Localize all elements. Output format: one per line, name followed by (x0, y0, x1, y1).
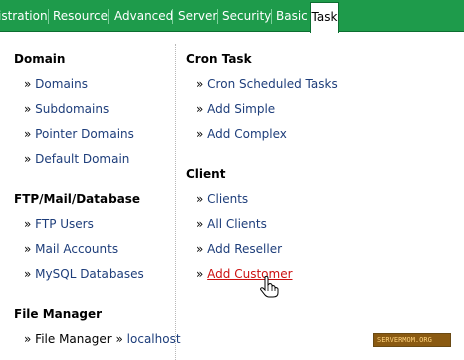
clients-link-row[interactable]: » Clients (196, 192, 248, 206)
add-complex-link-row[interactable]: » Add Complex (196, 127, 287, 141)
file-manager-heading: File Manager (14, 307, 103, 321)
mail-accounts-link[interactable]: Mail Accounts (35, 242, 118, 256)
cron-scheduled-tasks-link-row[interactable]: » Cron Scheduled Tasks (196, 77, 338, 91)
clients-link[interactable]: Clients (207, 192, 248, 206)
default-domain-link-row[interactable]: » Default Domain (24, 152, 129, 166)
pointer-domains-link[interactable]: Pointer Domains (35, 127, 134, 141)
all-clients-link-row[interactable]: » All Clients (196, 217, 267, 231)
add-reseller-link-row[interactable]: » Add Reseller (196, 242, 282, 256)
add-customer-link[interactable]: Add Customer (207, 267, 292, 281)
column-divider (175, 44, 176, 360)
mysql-databases-link-row[interactable]: » MySQL Databases (24, 267, 144, 281)
tab-task[interactable]: Task (310, 2, 339, 33)
tab-separator (271, 9, 272, 24)
client-heading: Client (186, 167, 226, 181)
tab-separator (108, 9, 109, 24)
localhost-link[interactable]: localhost (127, 332, 181, 346)
top-tab-bar: istration Resource Advanced Server Secur… (0, 0, 464, 33)
hand-cursor-icon (260, 276, 279, 298)
tab-basic[interactable]: Basic (276, 0, 308, 32)
ftp-mail-database-heading: FTP/Mail/Database (14, 192, 141, 206)
bullet: » (196, 242, 204, 256)
bullet: » (196, 267, 204, 281)
bullet: » (24, 152, 32, 166)
bullet: » (24, 102, 32, 116)
bullet: » (196, 127, 204, 141)
tab-separator (48, 9, 49, 24)
ftp-users-link[interactable]: FTP Users (35, 217, 94, 231)
file-manager-link-row[interactable]: » File Manager » localhost (24, 332, 181, 346)
add-reseller-link[interactable]: Add Reseller (207, 242, 282, 256)
mysql-databases-link[interactable]: MySQL Databases (35, 267, 144, 281)
bullet: » (24, 77, 32, 91)
subdomains-link[interactable]: Subdomains (35, 102, 109, 116)
domains-link-row[interactable]: » Domains (24, 77, 88, 91)
domain-heading: Domain (14, 52, 66, 66)
bullet: » (196, 217, 204, 231)
bullet: » (115, 332, 123, 346)
default-domain-link[interactable]: Default Domain (35, 152, 129, 166)
bullet: » (24, 267, 32, 281)
tab-advanced[interactable]: Advanced (114, 0, 173, 32)
file-manager-link[interactable]: File Manager (35, 332, 112, 346)
bullet: » (24, 127, 32, 141)
bullet: » (24, 242, 32, 256)
servermom-watermark: SERVERMOM.ORG (373, 333, 451, 347)
add-simple-link-row[interactable]: » Add Simple (196, 102, 275, 116)
bullet: » (196, 77, 204, 91)
add-simple-link[interactable]: Add Simple (207, 102, 275, 116)
domains-link[interactable]: Domains (35, 77, 88, 91)
subdomains-link-row[interactable]: » Subdomains (24, 102, 109, 116)
tab-resource[interactable]: Resource (53, 0, 108, 32)
tab-administration[interactable]: istration (0, 0, 48, 32)
add-complex-link[interactable]: Add Complex (207, 127, 287, 141)
tab-security[interactable]: Security (222, 0, 271, 32)
cron-task-heading: Cron Task (186, 52, 252, 66)
mail-accounts-link-row[interactable]: » Mail Accounts (24, 242, 118, 256)
tab-separator (217, 9, 218, 24)
bullet: » (196, 102, 204, 116)
tab-server[interactable]: Server (178, 0, 217, 32)
bullet: » (24, 217, 32, 231)
cron-scheduled-tasks-link[interactable]: Cron Scheduled Tasks (207, 77, 338, 91)
bullet: » (196, 192, 204, 206)
tab-separator (172, 9, 173, 24)
ftp-users-link-row[interactable]: » FTP Users (24, 217, 94, 231)
pointer-domains-link-row[interactable]: » Pointer Domains (24, 127, 134, 141)
all-clients-link[interactable]: All Clients (207, 217, 267, 231)
watermark-text: SERVERMOM.ORG (377, 336, 432, 344)
bullet: » (24, 332, 32, 346)
